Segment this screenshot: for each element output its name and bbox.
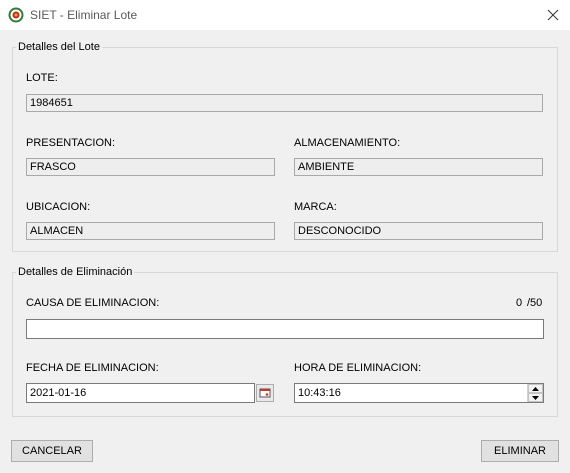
lote-field[interactable]: 1984651: [26, 94, 543, 112]
causa-input[interactable]: [26, 319, 544, 339]
cancel-button[interactable]: CANCELAR: [11, 440, 93, 462]
fecha-label: FECHA DE ELIMINACION:: [26, 362, 159, 374]
close-icon: [547, 9, 559, 21]
char-max: /50: [527, 297, 543, 309]
title-bar: SIET - Eliminar Lote: [0, 0, 570, 30]
causa-label: CAUSA DE ELIMINACION:: [26, 297, 160, 309]
calendar-icon: [259, 388, 271, 398]
siet-app-icon: [8, 7, 24, 23]
lote-details-title: Detalles del Lote: [16, 41, 102, 53]
spin-down-button[interactable]: [528, 393, 543, 402]
almacenamiento-field[interactable]: AMBIENTE: [294, 158, 543, 176]
almacenamiento-label: ALMACENAMIENTO:: [294, 137, 401, 149]
spin-up-button[interactable]: [528, 384, 543, 393]
fecha-input[interactable]: 2021-01-16: [26, 383, 255, 403]
up-arrow-icon: [532, 386, 539, 391]
ubicacion-label: UBICACION:: [26, 201, 91, 213]
presentacion-label: PRESENTACION:: [26, 137, 116, 149]
marca-label: MARCA:: [294, 201, 337, 213]
close-button[interactable]: [536, 0, 570, 30]
down-arrow-icon: [532, 395, 539, 400]
ubicacion-field[interactable]: ALMACEN: [26, 222, 275, 240]
window-title: SIET - Eliminar Lote: [30, 8, 138, 22]
hora-label: HORA DE ELIMINACION:: [294, 362, 422, 374]
char-count: 0: [516, 297, 523, 309]
hora-spinner[interactable]: [527, 384, 543, 402]
marca-field[interactable]: DESCONOCIDO: [294, 222, 543, 240]
delete-button[interactable]: ELIMINAR: [481, 440, 559, 462]
presentacion-field[interactable]: FRASCO: [26, 158, 275, 176]
calendar-button[interactable]: [256, 384, 274, 402]
hora-input[interactable]: 10:43:16: [294, 383, 544, 403]
lote-label: LOTE:: [26, 72, 58, 84]
elimination-details-title: Detalles de Eliminación: [16, 266, 135, 278]
